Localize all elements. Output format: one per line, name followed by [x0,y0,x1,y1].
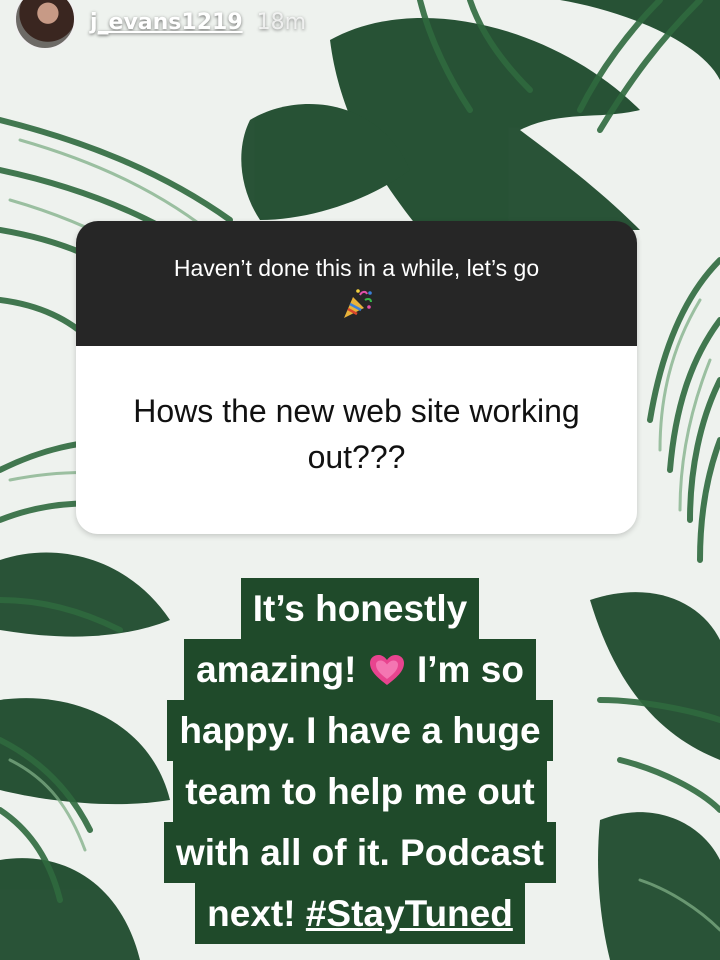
question-sticker-body: Hows the new web site working out??? [76,346,637,534]
answer-line: It’s honestly [240,578,480,639]
answer-line-text: next! [207,893,296,934]
answer-line: amazing! I’m so [184,639,536,700]
answer-text-block: It’s honestly amazing! I’m so happy. I h… [100,578,620,944]
answer-line: next! #StayTuned [195,883,525,944]
avatar[interactable] [14,0,76,50]
question-prompt: Haven’t done this in a while, let’s go [173,255,540,281]
answer-line: team to help me out [173,761,547,822]
hashtag-link[interactable]: #StayTuned [306,893,513,934]
timestamp: 18m [256,9,307,35]
question-text: Hows the new web site working out??? [133,393,580,475]
growing-heart-icon [369,655,404,685]
answer-line: with all of it. Podcast [164,822,556,883]
answer-line-text: amazing! [196,649,357,690]
story-header: j_evans1219 18m [14,0,306,56]
party-popper-icon [343,289,372,318]
answer-line: happy. I have a huge [167,700,553,761]
question-sticker-header: Haven’t done this in a while, let’s go [76,221,637,346]
question-sticker[interactable]: Haven’t done this in a while, let’s go H… [76,221,637,534]
username[interactable]: j_evans1219 [90,10,243,35]
answer-line-text: I’m so [417,649,524,690]
story-view[interactable]: j_evans1219 18m Haven’t done this in a w… [0,0,720,960]
